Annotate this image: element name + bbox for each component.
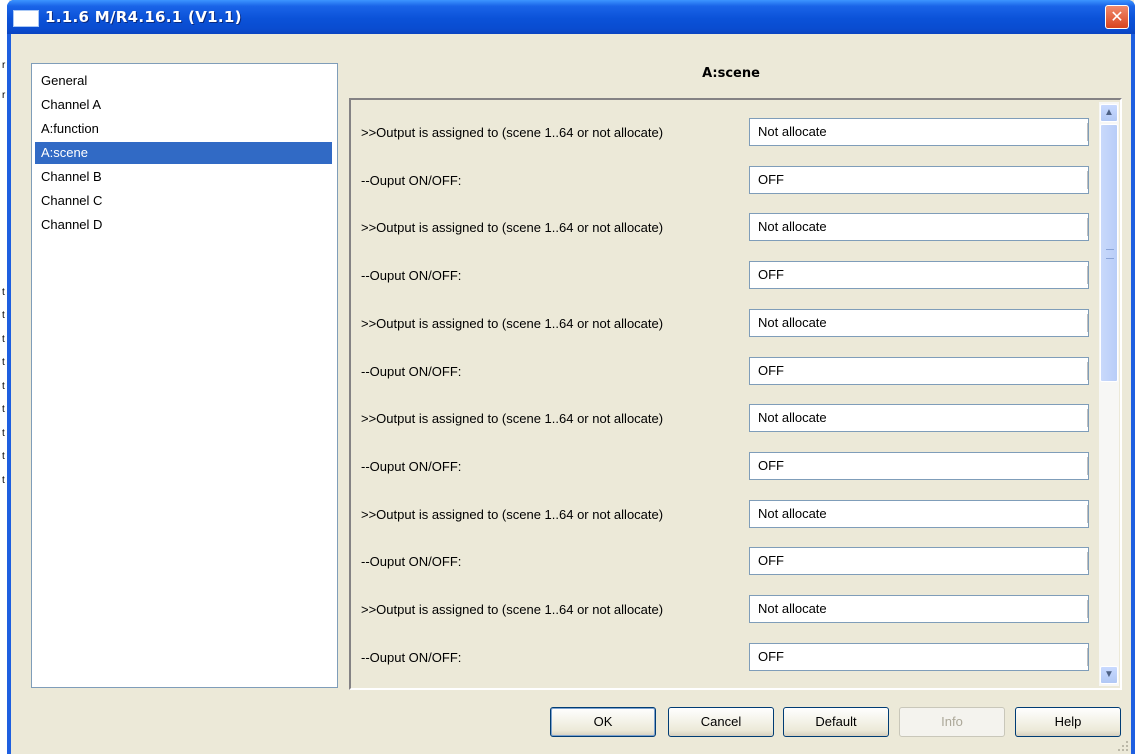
parameter-value-dropdown[interactable]: OFF (749, 165, 1089, 194)
window-title: 1.1.6 M/R4.16.1 (V1.1) (45, 8, 242, 26)
nav-item[interactable]: A:scene (35, 142, 332, 164)
info-button[interactable]: Info (899, 707, 1005, 737)
nav-item[interactable]: A:function (35, 118, 332, 140)
parameter-label: --Ouput ON/OFF: (361, 554, 462, 570)
ok-button[interactable]: OK (550, 707, 656, 737)
parameter-label: >>Output is assigned to (scene 1..64 or … (361, 220, 664, 236)
parameter-value-dropdown[interactable]: Not allocate (749, 308, 1089, 337)
background-fragment-char: r (2, 90, 6, 101)
parameter-label: --Ouput ON/OFF: (361, 268, 462, 284)
background-fragment-char: t (2, 451, 5, 462)
background-fragment-char: r (2, 60, 6, 71)
nav-item[interactable]: Channel D (35, 214, 332, 236)
parameter-panel: ▲ ▼ >>Output is assigned to (scene 1..64… (349, 98, 1122, 690)
scroll-thumb-grip-icon (1106, 249, 1114, 259)
nav-item[interactable]: Channel B (35, 166, 332, 188)
parameter-value-dropdown[interactable]: OFF (749, 261, 1089, 290)
parameter-value-dropdown[interactable]: OFF (749, 356, 1089, 385)
background-fragment-char: t (2, 381, 5, 392)
resize-grip-icon[interactable] (1117, 740, 1129, 752)
dialog-window: 1.1.6 M/R4.16.1 (V1.1) ✕ General Channel … (7, 0, 1135, 754)
scroll-down-button[interactable]: ▼ (1100, 666, 1118, 684)
parameter-value-dropdown[interactable]: Not allocate (749, 213, 1089, 242)
background-fragment-char: t (2, 404, 5, 415)
parameter-value-dropdown[interactable]: Not allocate (749, 499, 1089, 528)
parameter-page-list[interactable]: General Channel A A:function A:scene Channel… (31, 63, 338, 688)
parameter-label: >>Output is assigned to (scene 1..64 or … (361, 411, 664, 427)
nav-item[interactable]: General (35, 70, 332, 92)
parameter-label: --Ouput ON/OFF: (361, 172, 462, 188)
background-fragment-char: t (2, 357, 5, 368)
cancel-button[interactable]: Cancel (668, 707, 774, 737)
background-fragment-char: t (2, 475, 5, 486)
scroll-up-button[interactable]: ▲ (1100, 104, 1118, 122)
parameter-label: --Ouput ON/OFF: (361, 649, 462, 665)
parameter-label: --Ouput ON/OFF: (361, 363, 462, 379)
title-bar[interactable]: 1.1.6 M/R4.16.1 (V1.1) ✕ (7, 0, 1135, 34)
panel-title: A:scene (702, 66, 760, 81)
parameter-value-dropdown[interactable]: OFF (749, 547, 1089, 576)
parameter-value-dropdown[interactable]: Not allocate (749, 595, 1089, 623)
parameter-label: --Ouput ON/OFF: (361, 458, 462, 474)
parameter-value-dropdown[interactable]: Not allocate (749, 118, 1089, 146)
dialog-client-area: General Channel A A:function A:scene Channel… (11, 34, 1131, 754)
default-button[interactable]: Default (783, 707, 889, 737)
background-fragment-char: t (2, 310, 5, 321)
background-fragment-char: t (2, 287, 5, 298)
background-fragment-char: t (2, 334, 5, 345)
help-button[interactable]: Help (1015, 707, 1121, 737)
parameter-label: >>Output is assigned to (scene 1..64 or … (361, 125, 664, 140)
parameter-label: >>Output is assigned to (scene 1..64 or … (361, 506, 664, 522)
window-icon (13, 10, 39, 27)
vertical-scrollbar[interactable]: ▲ ▼ (1099, 102, 1119, 686)
parameter-label: >>Output is assigned to (scene 1..64 or … (361, 315, 664, 331)
close-button[interactable]: ✕ (1105, 5, 1129, 29)
nav-item[interactable]: Channel C (35, 190, 332, 212)
nav-item[interactable]: Channel A (35, 94, 332, 116)
parameter-label: >>Output is assigned to (scene 1..64 or … (361, 602, 664, 617)
parameter-value-dropdown[interactable]: Not allocate (749, 404, 1089, 433)
background-window-fragment-right (1134, 0, 1142, 754)
parameter-value-dropdown[interactable]: OFF (749, 642, 1089, 671)
scroll-thumb[interactable] (1100, 124, 1118, 382)
parameter-value-dropdown[interactable]: OFF (749, 451, 1089, 480)
background-fragment-char: t (2, 428, 5, 439)
